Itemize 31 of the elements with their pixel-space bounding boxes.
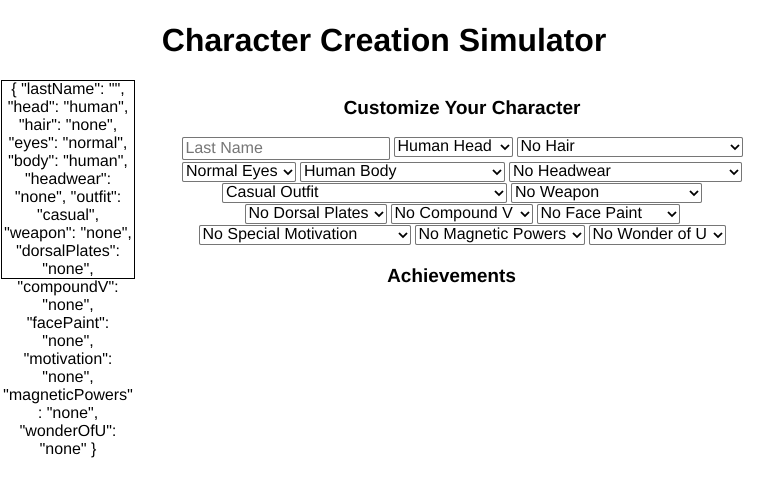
dropdown-select[interactable]: Normal Eyes xyxy=(182,162,296,182)
dropdown-select[interactable]: No Weapon xyxy=(511,183,702,203)
dropdown-select[interactable]: No Dorsal Plates xyxy=(244,204,386,224)
state-json-text: { "lastName": "", "head": "human", "hair": "none", "eyes": "normal", "body": "human", "headwear": "none", "outfit": "casual", "weapon": "none", "dorsalPlates": "none", "compoundV": "none", "facePaint": "none", "motivation": "none", "magneticPowers": "none", "wonderOfU": "none" } xyxy=(2,81,134,459)
chevron-down-icon xyxy=(492,168,502,176)
chevron-down-icon xyxy=(729,168,739,176)
page-title: Character Creation Simulator xyxy=(160,21,608,60)
dropdown-select[interactable]: No Wonder of U xyxy=(588,225,726,245)
chevron-down-icon xyxy=(572,232,582,238)
dropdown-select[interactable]: Human Head xyxy=(394,137,512,157)
dropdown-select[interactable]: No Face Paint xyxy=(536,204,680,224)
dropdown-select[interactable]: No Headwear xyxy=(509,162,742,182)
chevron-down-icon xyxy=(712,232,722,238)
chevron-down-icon xyxy=(520,210,530,218)
dropdown-select[interactable]: No Magnetic Powers xyxy=(414,225,584,245)
section-heading: Achievements xyxy=(387,265,516,288)
chevron-down-icon xyxy=(494,190,504,196)
dropdown-select[interactable]: No Special Motivation xyxy=(198,225,410,245)
chevron-down-icon xyxy=(374,210,384,218)
dropdown-select[interactable]: Human Body xyxy=(300,162,505,182)
chevron-down-icon xyxy=(500,144,510,150)
section-heading: Customize Your Character xyxy=(344,98,580,120)
dropdown-select[interactable]: No Compound V xyxy=(390,204,532,224)
dropdown-select[interactable]: No Hair xyxy=(516,137,742,157)
chevron-down-icon xyxy=(398,232,408,238)
chevron-down-icon xyxy=(689,190,699,196)
chevron-down-icon xyxy=(666,210,676,218)
last-name-field[interactable]: Last Name xyxy=(182,137,390,160)
dropdown-select[interactable]: Casual Outfit xyxy=(222,183,507,203)
chevron-down-icon xyxy=(730,144,740,150)
chevron-down-icon xyxy=(283,168,293,176)
